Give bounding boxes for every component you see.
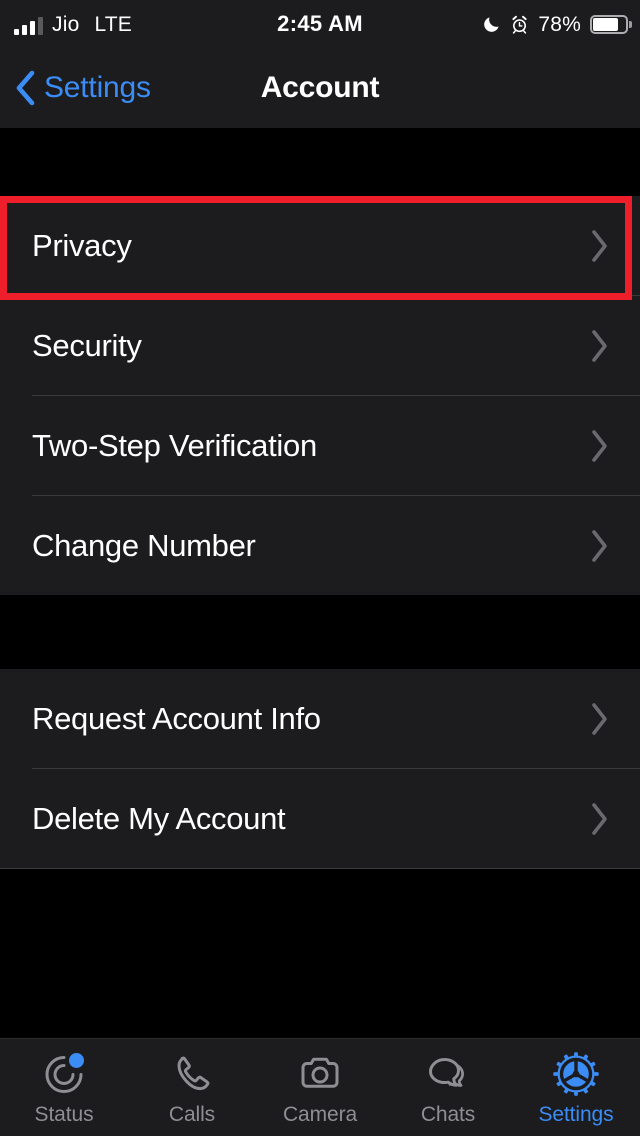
group-gap <box>0 595 640 669</box>
battery-icon <box>590 14 632 34</box>
settings-row-two-step-verification[interactable]: Two-Step Verification <box>0 396 640 495</box>
status-rings-icon <box>38 1049 90 1099</box>
account-settings-group: Privacy Security Two-Step Verification C… <box>0 196 640 595</box>
tab-settings[interactable]: Settings <box>512 1039 640 1136</box>
page-title: Account <box>260 71 380 104</box>
alarm-icon <box>512 15 527 34</box>
tab-camera[interactable]: Camera <box>256 1039 384 1136</box>
tab-chats[interactable]: Chats <box>384 1039 512 1136</box>
group-bottom-separator <box>0 868 640 869</box>
status-bar: Jio LTE 2:45 AM 78% <box>0 0 640 48</box>
chat-bubbles-icon <box>422 1049 474 1099</box>
phone-icon <box>166 1049 218 1099</box>
tab-label: Camera <box>282 1102 358 1126</box>
chevron-right-icon <box>592 529 607 562</box>
navigation-bar: Settings Account <box>0 48 640 128</box>
gear-icon <box>550 1049 602 1099</box>
camera-icon <box>294 1049 346 1099</box>
row-label: Two-Step Verification <box>32 427 317 463</box>
settings-row-request-account-info[interactable]: Request Account Info <box>0 669 640 768</box>
tab-label: Settings <box>538 1102 614 1126</box>
top-gap <box>0 128 640 196</box>
tab-label: Chats <box>420 1102 476 1126</box>
settings-row-change-number[interactable]: Change Number <box>0 496 640 595</box>
status-bar-right: 78% <box>482 12 632 36</box>
settings-row-security[interactable]: Security <box>0 296 640 395</box>
phone-screen: Jio LTE 2:45 AM 78% Settings Account Pri… <box>0 0 640 1136</box>
tab-calls[interactable]: Calls <box>128 1039 256 1136</box>
tab-label: Status <box>34 1102 94 1126</box>
row-label: Request Account Info <box>32 700 321 736</box>
row-label: Change Number <box>32 527 256 563</box>
row-label: Security <box>32 327 142 363</box>
chevron-right-icon <box>592 229 607 262</box>
privacy-row-wrapper: Privacy <box>0 196 640 300</box>
tab-status[interactable]: Status <box>0 1039 128 1136</box>
chevron-right-icon <box>592 429 607 462</box>
settings-row-privacy[interactable]: Privacy <box>0 196 640 295</box>
chevron-right-icon <box>592 329 607 362</box>
row-label: Delete My Account <box>32 800 286 836</box>
tab-label: Calls <box>168 1102 216 1126</box>
battery-percent-label: 78% <box>538 12 581 36</box>
row-label: Privacy <box>32 227 132 263</box>
account-data-group: Request Account Info Delete My Account <box>0 669 640 869</box>
status-badge <box>69 1052 84 1068</box>
settings-row-delete-my-account[interactable]: Delete My Account <box>0 769 640 868</box>
chevron-right-icon <box>592 802 607 835</box>
settings-content: Privacy Security Two-Step Verification C… <box>0 128 640 1038</box>
chevron-right-icon <box>592 702 607 735</box>
moon-icon <box>484 16 499 32</box>
tab-bar: Status Calls Camera Chats Settings <box>0 1038 640 1136</box>
